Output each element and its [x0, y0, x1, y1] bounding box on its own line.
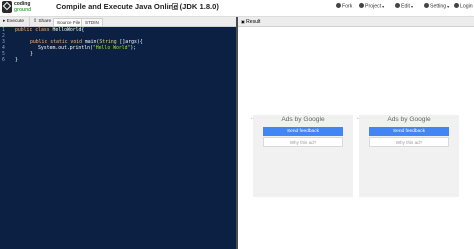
project-icon: [359, 3, 364, 8]
code-line: }: [15, 58, 18, 63]
edit-menu[interactable]: Edit▾: [395, 3, 413, 10]
logo-text: coding ground: [14, 1, 31, 13]
login-label: Login: [460, 3, 473, 10]
ad-card: ← Ads by Google Send feedback Why this a…: [250, 115, 353, 197]
line-number-gutter: 1 2 3 4 5 6: [0, 27, 12, 249]
code-keyword: public static void: [30, 40, 82, 45]
chevron-down-icon: ▾: [447, 3, 450, 9]
why-this-ad-button[interactable]: Why this ad?: [263, 137, 343, 147]
execute-button[interactable]: ▸ Execute: [3, 17, 27, 26]
tab-stdin[interactable]: STDIN: [81, 18, 103, 26]
execute-label: Execute: [6, 19, 25, 24]
chevron-down-icon: ▾: [410, 3, 413, 9]
line-number: 6: [2, 58, 5, 63]
code-text: HelloWorld{: [49, 28, 85, 33]
logo-icon: [2, 1, 12, 13]
code-type: String: [99, 40, 117, 45]
fork-icon: [336, 3, 341, 8]
setting-label: Setting: [430, 3, 447, 10]
logo-line-2: ground: [14, 7, 32, 13]
code-text: System.out.println(: [38, 46, 93, 51]
fork-button[interactable]: Fork: [336, 3, 352, 10]
ad-title: Ads by Google: [281, 116, 325, 123]
code-line: System.out.println("Hello World");: [38, 46, 136, 52]
login-button[interactable]: Login: [454, 3, 473, 10]
result-title: Result: [246, 19, 261, 25]
code-text: []args){: [116, 40, 143, 45]
edit-title-icon[interactable]: [172, 3, 178, 10]
why-this-ad-button[interactable]: Why this ad?: [369, 137, 449, 147]
chevron-down-icon: ▾: [382, 3, 385, 9]
share-label: Share: [38, 19, 52, 24]
edit-label: Edit: [401, 3, 410, 10]
top-bar: coding ground Compile and Execute Java O…: [0, 0, 474, 17]
code-text: main(: [81, 40, 100, 45]
ad-card: ← Ads by Google Send feedback Why this a…: [356, 115, 459, 197]
code-line: public class HelloWorld{: [15, 28, 84, 34]
result-collapse-icon[interactable]: ▣: [241, 19, 245, 24]
project-menu[interactable]: Project▾: [359, 3, 384, 10]
code-keyword: public class: [15, 28, 50, 33]
page-title: Compile and Execute Java Online (JDK 1.8…: [56, 2, 219, 11]
ad-title: Ads by Google: [387, 116, 431, 123]
result-header: ▣ Result: [238, 17, 474, 27]
code-line: }: [30, 52, 33, 57]
editor-toolbar: ▸ Execute ⇪ Share Source File STDIN: [0, 17, 237, 27]
user-icon: [454, 3, 459, 8]
send-feedback-button[interactable]: Send feedback: [263, 127, 343, 136]
code-text: );: [130, 46, 137, 51]
tab-source-file[interactable]: Source File: [53, 18, 85, 26]
code-string: "Hello World": [92, 46, 131, 51]
setting-menu[interactable]: Setting▾: [424, 3, 449, 10]
fork-label: Fork: [342, 3, 353, 10]
send-feedback-button[interactable]: Send feedback: [369, 127, 449, 136]
pencil-icon: [395, 3, 400, 8]
gear-icon: [424, 3, 429, 8]
project-label: Project: [365, 3, 382, 10]
result-output: ← Ads by Google Send feedback Why this a…: [238, 27, 474, 249]
code-editor[interactable]: 1 2 3 4 5 6 public class HelloWorld{ pub…: [0, 27, 236, 249]
logo[interactable]: coding ground: [2, 1, 50, 15]
share-button[interactable]: ⇪ Share: [29, 17, 51, 26]
